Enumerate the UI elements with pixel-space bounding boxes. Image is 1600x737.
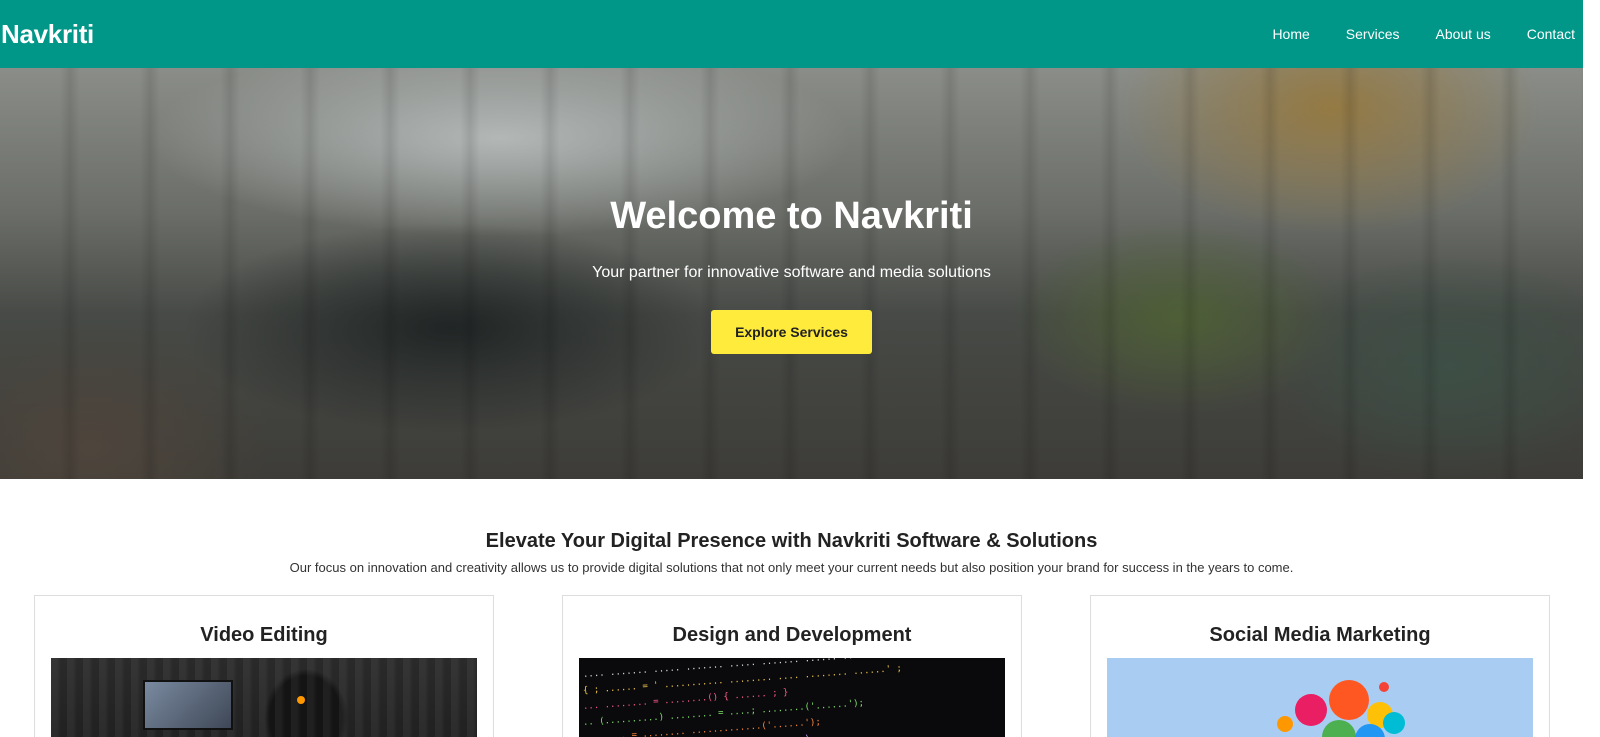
code-screen-image: .... ....... ..... ....... ..... .......… xyxy=(579,658,1005,737)
service-card-design-development[interactable]: Design and Development .... ....... ....… xyxy=(562,595,1022,737)
monitor-graphic xyxy=(143,680,233,730)
service-card-title: Social Media Marketing xyxy=(1209,624,1431,646)
service-card-social-media-marketing[interactable]: Social Media Marketing xyxy=(1090,595,1550,737)
intro-text: Our focus on innovation and creativity a… xyxy=(289,560,1294,575)
bubble-icon xyxy=(1379,682,1389,692)
hero-subtitle: Your partner for innovative software and… xyxy=(592,264,991,281)
intro-title: Elevate Your Digital Presence with Navkr… xyxy=(485,530,1098,552)
bubble-icon xyxy=(1322,720,1356,737)
bubble-icon xyxy=(1277,716,1293,732)
hero-content: Welcome to Navkriti Your partner for inn… xyxy=(0,68,1583,354)
nav-link-services[interactable]: Services xyxy=(1346,26,1400,42)
hero-title: Welcome to Navkriti xyxy=(610,195,973,237)
service-card-title: Design and Development xyxy=(672,624,912,646)
bubble-icon xyxy=(1295,694,1327,726)
bubble-icon xyxy=(1329,680,1369,720)
explore-services-button[interactable]: Explore Services xyxy=(711,310,872,354)
nav-link-contact[interactable]: Contact xyxy=(1527,26,1575,42)
nav-links: Home Services About us Contact xyxy=(1236,26,1583,42)
nav-link-about-us[interactable]: About us xyxy=(1435,26,1490,42)
hero-section: Welcome to Navkriti Your partner for inn… xyxy=(0,68,1583,479)
service-card-title: Video Editing xyxy=(200,624,328,646)
curtain-pattern xyxy=(51,658,477,737)
service-card-video-editing[interactable]: Video Editing xyxy=(34,595,494,737)
brand-logo[interactable]: Navkriti xyxy=(0,19,94,50)
top-navbar: Navkriti Home Services About us Contact xyxy=(0,0,1583,68)
bubble-icon xyxy=(1383,712,1405,734)
social-media-image xyxy=(1107,658,1533,737)
nav-link-home[interactable]: Home xyxy=(1272,26,1309,42)
headphone-light xyxy=(297,696,305,704)
video-editing-image xyxy=(51,658,477,737)
